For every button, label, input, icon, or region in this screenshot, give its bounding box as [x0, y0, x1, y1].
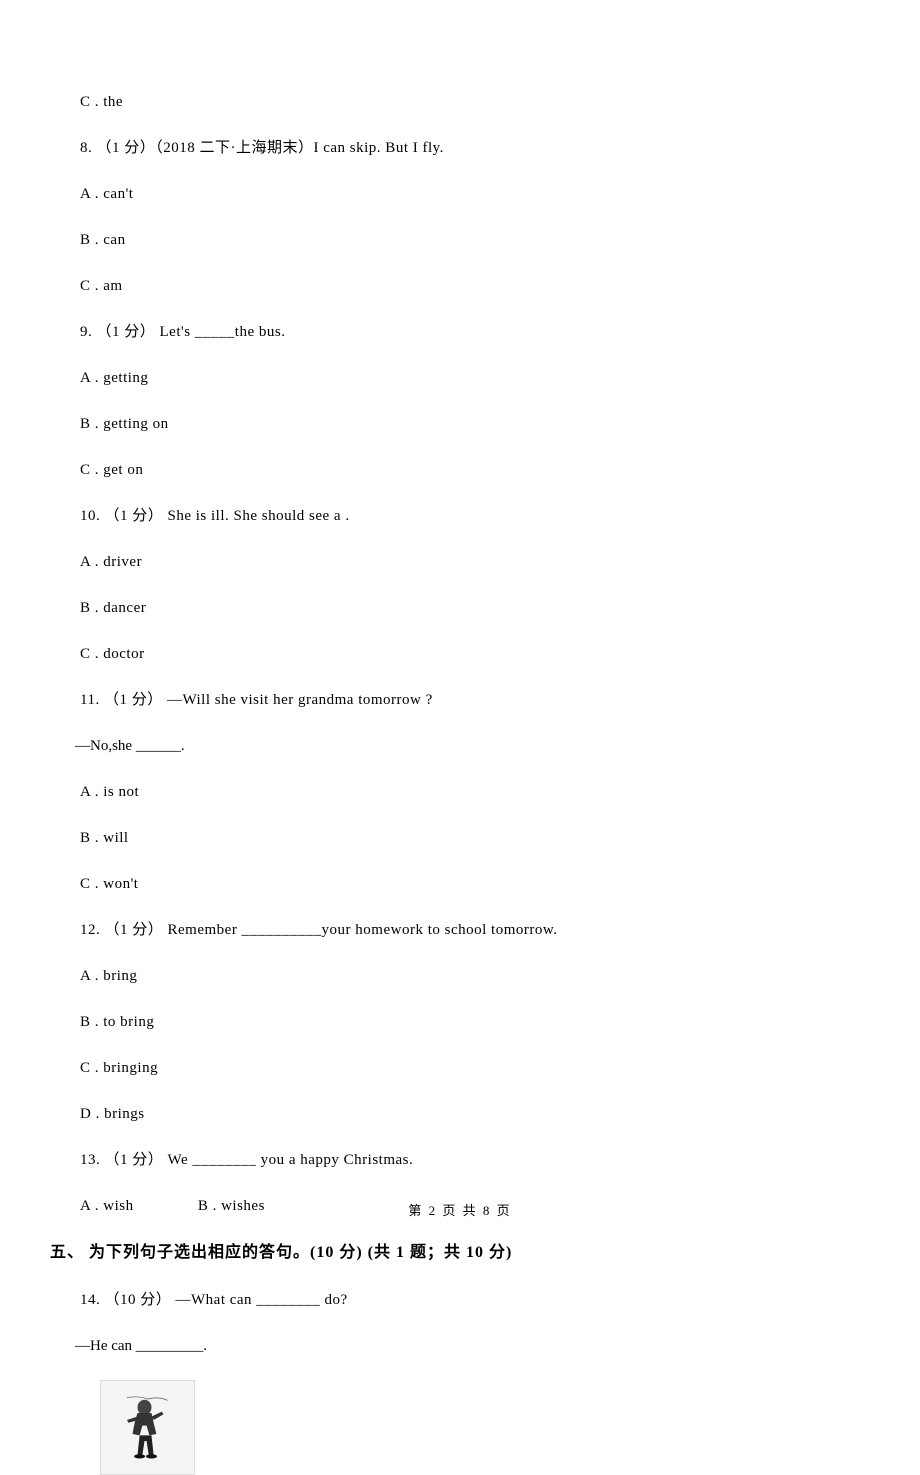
q12-option-b: B . to bring [80, 1010, 840, 1034]
q12-option-a: A . bring [80, 964, 840, 988]
q12-stem: 12. （1 分） Remember __________your homewo… [80, 918, 840, 942]
page-number: 第 2 页 共 8 页 [0, 1201, 920, 1222]
q14-stem: 14. （10 分） —What can ________ do? [80, 1288, 840, 1312]
q9-option-a: A . getting [80, 366, 840, 390]
q11-response: —No,she ______. [75, 734, 840, 758]
q8-stem: 8. （1 分）（2018 二下·上海期末）I can skip. But I … [80, 136, 840, 160]
q8-option-c: C . am [80, 274, 840, 298]
q12-option-d: D . brings [80, 1102, 840, 1126]
q9-option-c: C . get on [80, 458, 840, 482]
q10-option-b: B . dancer [80, 596, 840, 620]
q10-stem: 10. （1 分） She is ill. She should see a . [80, 504, 840, 528]
q11-option-c: C . won't [80, 872, 840, 896]
q10-option-a: A . driver [80, 550, 840, 574]
section-5-header: 五、 为下列句子选出相应的答句。(10 分) (共 1 题；共 10 分) [50, 1240, 840, 1266]
q14-image [100, 1380, 195, 1475]
q11-option-b: B . will [80, 826, 840, 850]
q13-stem: 13. （1 分） We ________ you a happy Christ… [80, 1148, 840, 1172]
q7-option-c: C . the [80, 90, 840, 114]
q10-option-c: C . doctor [80, 642, 840, 666]
person-figure-icon [113, 1392, 183, 1462]
q8-option-b: B . can [80, 228, 840, 252]
q12-option-c: C . bringing [80, 1056, 840, 1080]
q11-stem: 11. （1 分） —Will she visit her grandma to… [80, 688, 840, 712]
q9-stem: 9. （1 分） Let's _____the bus. [80, 320, 840, 344]
q8-option-a: A . can't [80, 182, 840, 206]
q14-response: —He can _________. [75, 1334, 840, 1358]
q11-option-a: A . is not [80, 780, 840, 804]
q9-option-b: B . getting on [80, 412, 840, 436]
